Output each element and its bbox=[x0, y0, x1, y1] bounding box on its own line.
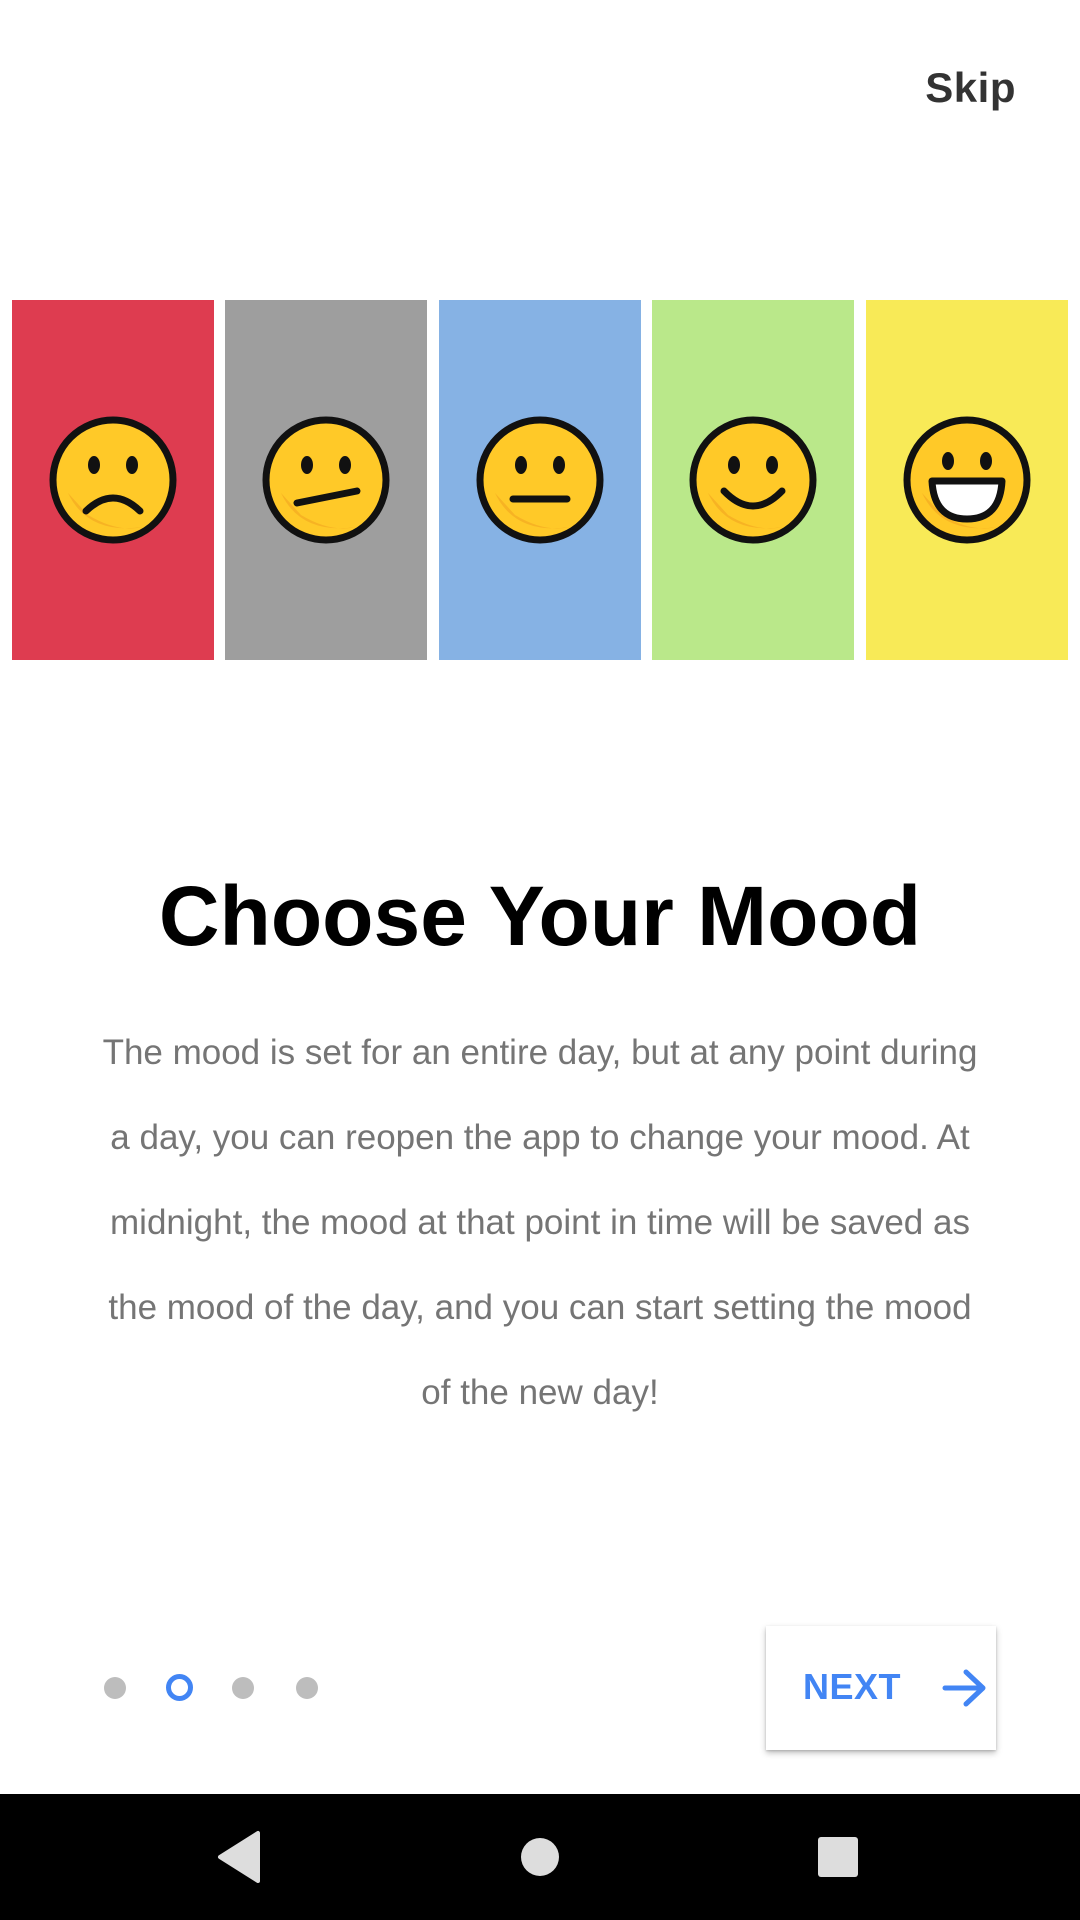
next-button[interactable]: NEXT bbox=[766, 1626, 996, 1750]
neutral-face-icon bbox=[476, 416, 604, 544]
recents-square-icon[interactable] bbox=[808, 1827, 868, 1887]
arrow-right-icon bbox=[942, 1669, 986, 1707]
page-dot-3[interactable] bbox=[232, 1677, 254, 1699]
mood-card-very-happy bbox=[866, 300, 1068, 660]
page-description: The mood is set for an entire day, but a… bbox=[102, 1033, 978, 1412]
onboarding-screen: Skip Choose Your Mood The mood is set fo… bbox=[0, 0, 1080, 1920]
page-dot-4[interactable] bbox=[296, 1677, 318, 1699]
frowning-face-icon bbox=[49, 416, 177, 544]
mood-card-very-sad bbox=[12, 300, 214, 660]
mood-card-confused bbox=[225, 300, 427, 660]
next-button-label: NEXT bbox=[803, 1666, 902, 1707]
page-dot-2-active[interactable] bbox=[166, 1674, 193, 1701]
page-title: Choose Your Mood bbox=[158, 869, 922, 963]
mood-card-happy bbox=[652, 300, 854, 660]
skip-button[interactable]: Skip bbox=[925, 64, 1016, 112]
home-circle-icon[interactable] bbox=[510, 1827, 570, 1887]
confused-face-icon bbox=[262, 416, 390, 544]
smiling-face-icon bbox=[689, 416, 817, 544]
page-dot-1[interactable] bbox=[104, 1677, 126, 1699]
grinning-face-icon bbox=[903, 416, 1031, 544]
mood-strip bbox=[12, 300, 1068, 660]
system-navigation-bar bbox=[0, 1794, 1080, 1920]
back-triangle-icon[interactable] bbox=[210, 1827, 270, 1887]
mood-card-neutral bbox=[439, 300, 641, 660]
